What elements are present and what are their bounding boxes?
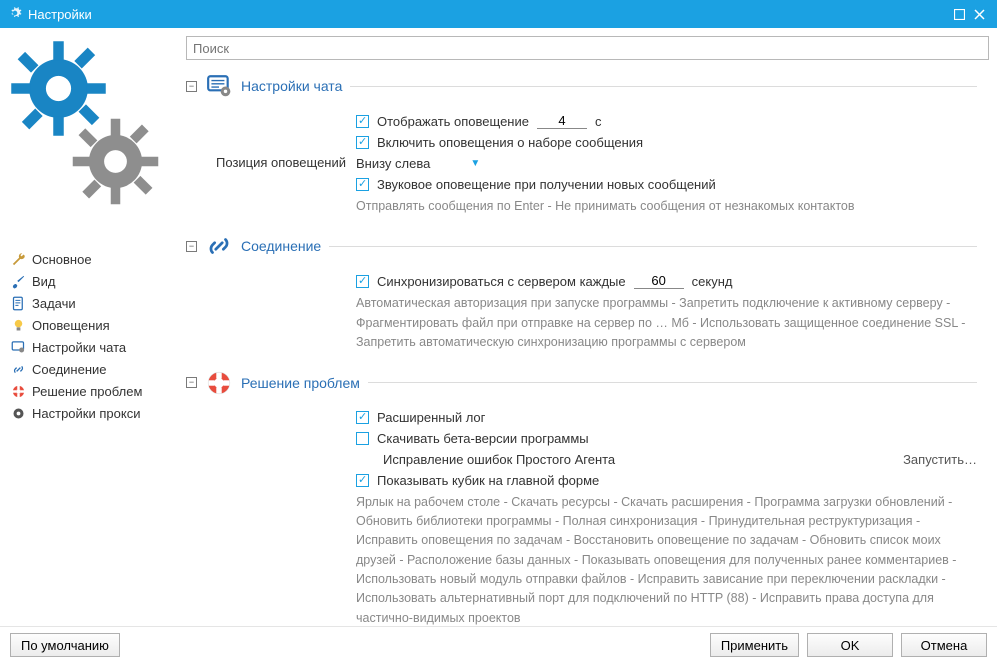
- unit-sec: с: [595, 114, 602, 129]
- lbl-beta: Скачивать бета-версии программы: [377, 431, 589, 446]
- document-icon: [10, 295, 26, 311]
- divider: [329, 246, 977, 247]
- collapse-toggle[interactable]: −: [186, 377, 197, 388]
- chat-hints[interactable]: Отправлять сообщения по Enter - Не прини…: [356, 195, 977, 224]
- chk-show-cube[interactable]: [356, 474, 369, 487]
- lbl-sound-notif: Звуковое оповещение при получении новых …: [377, 177, 716, 192]
- sidebar: Основное Вид Задачи Оповещения Настройки…: [8, 36, 178, 626]
- lbl-show-cube: Показывать кубик на главной форме: [377, 473, 599, 488]
- btn-launch-agent[interactable]: Запустить…: [903, 452, 977, 467]
- section-chat: − Настройки чата Отображать оповещение с…: [186, 72, 977, 224]
- nav: Основное Вид Задачи Оповещения Настройки…: [8, 248, 178, 424]
- gear-illustration: [8, 36, 178, 211]
- nav-item-tasks[interactable]: Задачи: [8, 292, 178, 314]
- trouble-hints[interactable]: Ярлык на рабочем столе - Скачать ресурсы…: [356, 491, 977, 627]
- chk-sound-notif[interactable]: [356, 178, 369, 191]
- chk-beta[interactable]: [356, 432, 369, 445]
- chevron-down-icon: ▼: [470, 158, 480, 169]
- footer: По умолчанию Применить OK Отмена: [0, 626, 997, 663]
- section-connection: − Соединение Синхронизироваться с сервер…: [186, 232, 977, 360]
- dropdown-value: Внизу слева: [356, 156, 430, 171]
- nav-item-view[interactable]: Вид: [8, 270, 178, 292]
- search-input[interactable]: [186, 36, 989, 60]
- collapse-toggle[interactable]: −: [186, 81, 197, 92]
- section-title: Решение проблем: [241, 375, 360, 391]
- chk-show-notif[interactable]: [356, 115, 369, 128]
- divider: [350, 86, 977, 87]
- lbl-fix-agent: Исправление ошибок Простого Агента: [383, 452, 615, 467]
- lifebuoy-section-icon: [205, 369, 233, 397]
- nav-item-conn[interactable]: Соединение: [8, 358, 178, 380]
- nav-item-proxy[interactable]: Настройки прокси: [8, 402, 178, 424]
- chat-settings-icon: [205, 72, 233, 100]
- cancel-button[interactable]: Отмена: [901, 633, 987, 657]
- defaults-button[interactable]: По умолчанию: [10, 633, 120, 657]
- nav-item-notif[interactable]: Оповещения: [8, 314, 178, 336]
- nav-label: Вид: [32, 274, 56, 289]
- bulb-icon: [10, 317, 26, 333]
- section-trouble: − Решение проблем Расширенный лог Скачив…: [186, 369, 977, 627]
- nav-label: Решение проблем: [32, 384, 142, 399]
- chk-ext-log[interactable]: [356, 411, 369, 424]
- nav-item-main[interactable]: Основное: [8, 248, 178, 270]
- settings-scroll[interactable]: − Настройки чата Отображать оповещение с…: [186, 66, 989, 626]
- nav-label: Основное: [32, 252, 92, 267]
- lbl-ext-log: Расширенный лог: [377, 410, 485, 425]
- link-section-icon: [205, 232, 233, 260]
- wrench-icon: [10, 251, 26, 267]
- ok-button[interactable]: OK: [807, 633, 893, 657]
- input-sync-sec[interactable]: [634, 273, 684, 289]
- chk-sync[interactable]: [356, 275, 369, 288]
- lbl-position: Позиция оповещений: [216, 155, 346, 170]
- apply-button[interactable]: Применить: [710, 633, 799, 657]
- gear-icon: [10, 405, 26, 421]
- nav-label: Задачи: [32, 296, 76, 311]
- nav-label: Соединение: [32, 362, 107, 377]
- nav-label: Настройки прокси: [32, 406, 140, 421]
- section-title: Настройки чата: [241, 78, 342, 94]
- nav-item-trouble[interactable]: Решение проблем: [8, 380, 178, 402]
- link-icon: [10, 361, 26, 377]
- nav-label: Оповещения: [32, 318, 110, 333]
- collapse-toggle[interactable]: −: [186, 241, 197, 252]
- chat-icon: [10, 339, 26, 355]
- settings-icon: [8, 6, 22, 23]
- dropdown-position[interactable]: Внизу слева ▼: [356, 156, 486, 171]
- close-button[interactable]: [969, 4, 989, 24]
- window-title: Настройки: [28, 7, 949, 22]
- brush-icon: [10, 273, 26, 289]
- titlebar: Настройки: [0, 0, 997, 28]
- input-notif-sec[interactable]: [537, 113, 587, 129]
- lbl-typing-notif: Включить оповещения о наборе сообщения: [377, 135, 643, 150]
- divider: [368, 382, 977, 383]
- maximize-button[interactable]: [949, 4, 969, 24]
- lbl-sync: Синхронизироваться с сервером каждые: [377, 274, 626, 289]
- conn-hints[interactable]: Автоматическая авторизация при запуске п…: [356, 292, 977, 360]
- section-title: Соединение: [241, 238, 321, 254]
- lbl-show-notif: Отображать оповещение: [377, 114, 529, 129]
- lifebuoy-icon: [10, 383, 26, 399]
- nav-label: Настройки чата: [32, 340, 126, 355]
- chk-typing-notif[interactable]: [356, 136, 369, 149]
- nav-item-chat[interactable]: Настройки чата: [8, 336, 178, 358]
- unit-sec: секунд: [692, 274, 733, 289]
